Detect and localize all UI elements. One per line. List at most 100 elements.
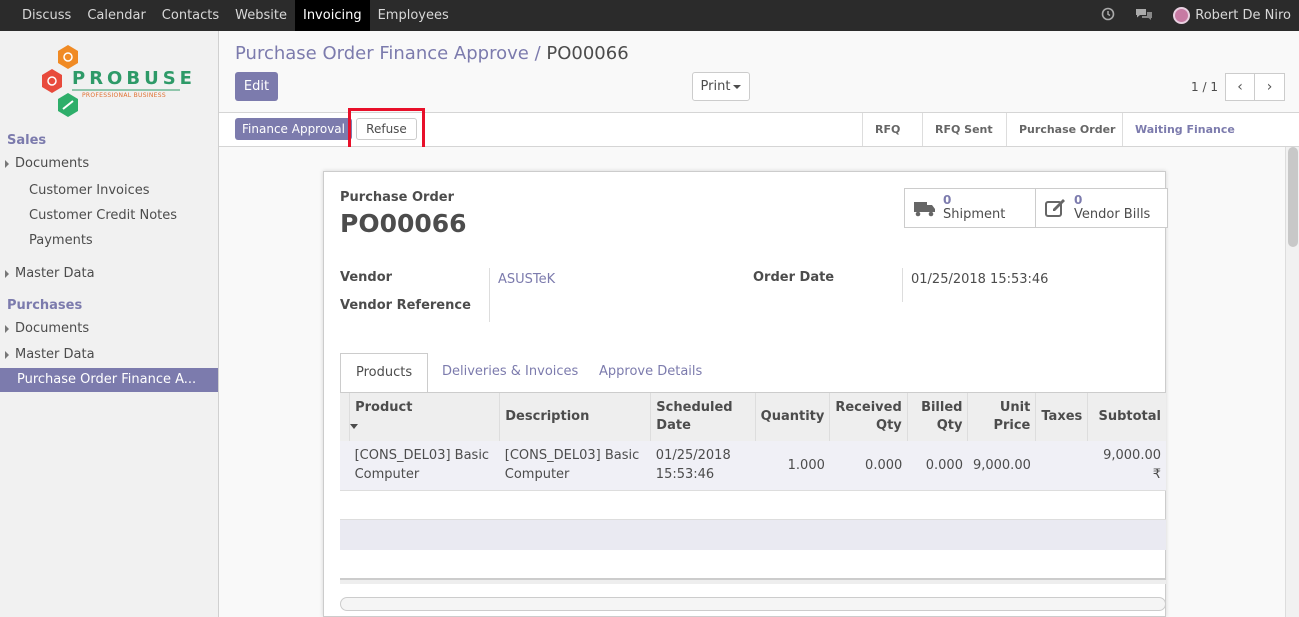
menu-contacts[interactable]: Contacts — [154, 0, 227, 31]
cell-taxes[interactable] — [1035, 441, 1088, 491]
app-menu: Discuss Calendar Contacts Website Invoic… — [14, 0, 457, 31]
header-label: Product — [355, 400, 413, 415]
header-label: Date — [656, 418, 691, 433]
document-title: PO00066 — [340, 209, 467, 238]
sidebar-item-label: Master Data — [15, 347, 95, 362]
cell-text: [CONS_DEL03] Basic — [504, 448, 640, 464]
column-header-description[interactable]: Description — [499, 393, 651, 441]
company-logo: PROBUSE PROFESSIONAL BUSINESS — [40, 43, 192, 118]
breadcrumb-current: PO00066 — [546, 43, 629, 64]
table-cell — [340, 441, 350, 491]
avatar — [1173, 7, 1191, 24]
cell-billed-qty[interactable]: 0.000 — [907, 441, 968, 491]
sidebar-item-purchases-master-data[interactable]: Master Data — [0, 344, 218, 366]
chevron-left-icon: ‹ — [1237, 79, 1243, 95]
stage-rfq[interactable]: RFQ — [862, 113, 912, 146]
cell-product[interactable]: [CONS_DEL03] Basic Computer — [349, 441, 500, 491]
sidebar-item-payments[interactable]: Payments — [0, 230, 218, 252]
print-dropdown-button[interactable]: Print — [692, 72, 750, 101]
form-sheet: Purchase Order PO00066 0 Shipment 0 Vend… — [323, 171, 1168, 617]
user-menu[interactable]: Robert De Niro — [1173, 7, 1291, 24]
menu-website[interactable]: Website — [227, 0, 295, 31]
sidebar-item-customer-credit-notes[interactable]: Customer Credit Notes — [0, 205, 218, 227]
breadcrumb-separator: / — [534, 43, 541, 64]
vendor-bills-smart-button[interactable]: 0 Vendor Bills — [1036, 188, 1168, 228]
table-row[interactable]: [CONS_DEL03] Basic Computer [CONS_DEL03] … — [340, 441, 1166, 491]
menu-employees[interactable]: Employees — [370, 0, 457, 31]
shipment-label: Shipment — [943, 207, 1006, 222]
finance-approval-button[interactable]: Finance Approval — [235, 118, 352, 140]
order-date-value: 01/25/2018 15:53:46 — [911, 272, 1049, 287]
divider — [902, 268, 903, 302]
notebook-tabs: Products Deliveries & Invoices Approve D… — [340, 353, 1166, 393]
menu-discuss[interactable]: Discuss — [14, 0, 79, 31]
header-label: Scheduled — [656, 400, 733, 415]
column-header-product[interactable]: Product — [349, 393, 500, 441]
shipment-smart-button[interactable]: 0 Shipment — [904, 188, 1036, 228]
sort-down-icon — [350, 424, 359, 429]
menu-invoicing[interactable]: Invoicing — [294, 0, 370, 31]
breadcrumb-parent-link[interactable]: Purchase Order Finance Approve — [235, 43, 529, 64]
stage-purchase-order[interactable]: Purchase Order — [1006, 113, 1127, 146]
caret-right-icon — [5, 269, 9, 278]
cell-text: 01/25/2018 — [655, 448, 731, 464]
column-header-received-qty[interactable]: Received Qty — [829, 393, 908, 441]
vendor-bills-label: Vendor Bills — [1074, 207, 1151, 222]
vertical-scrollbar[interactable] — [1285, 147, 1299, 617]
stage-waiting-finance-approval[interactable]: Waiting Finance Approval — [1122, 113, 1299, 169]
tab-approve-details[interactable]: Approve Details — [584, 353, 717, 393]
edit-button[interactable]: Edit — [235, 72, 278, 101]
sidebar-item-sales-master-data[interactable]: Master Data — [0, 263, 218, 285]
cell-scheduled-date[interactable]: 01/25/2018 15:53:46 — [650, 441, 756, 491]
activity-clock-icon[interactable] — [1101, 7, 1115, 25]
column-header-unit-price[interactable]: Unit Price — [967, 393, 1036, 441]
pager-value[interactable]: 1 / 1 — [1191, 80, 1218, 94]
sidebar-item-customer-invoices[interactable]: Customer Invoices — [0, 180, 218, 202]
column-header-taxes[interactable]: Taxes — [1035, 393, 1088, 441]
messages-chat-icon[interactable] — [1135, 7, 1153, 25]
header-label: Received — [835, 400, 902, 415]
tab-deliveries-invoices[interactable]: Deliveries & Invoices — [427, 353, 593, 393]
smart-buttons: 0 Shipment 0 Vendor Bills — [904, 188, 1168, 228]
order-date-label: Order Date — [753, 270, 835, 285]
cell-text: 15:53:46 — [655, 467, 715, 483]
cell-quantity[interactable]: 1.000 — [755, 441, 830, 491]
column-header-quantity[interactable]: Quantity — [754, 393, 830, 441]
scrollbar-thumb[interactable] — [1288, 147, 1298, 247]
caret-right-icon — [5, 324, 9, 333]
cell-unit-price[interactable]: 9,000.00 — [967, 441, 1036, 491]
cell-description[interactable]: [CONS_DEL03] Basic Computer — [499, 441, 651, 491]
column-header-subtotal[interactable]: Subtotal — [1087, 393, 1166, 441]
vendor-bills-count: 0 — [1074, 193, 1083, 207]
cell-text: Computer — [354, 467, 420, 483]
tab-products[interactable]: Products — [340, 353, 429, 393]
column-header-billed-qty[interactable]: Billed Qty — [906, 393, 968, 441]
shipment-count: 0 — [943, 193, 952, 207]
table-header-row: Product Description Scheduled Date Quanti… — [340, 393, 1166, 441]
pager-previous-button[interactable]: ‹ — [1225, 73, 1255, 101]
header-label: Price — [993, 418, 1031, 433]
order-lines-table: Product Description Scheduled Date Quanti… — [340, 393, 1166, 491]
cell-text: Computer — [504, 467, 570, 483]
stage-rfq-sent[interactable]: RFQ Sent — [922, 113, 1005, 146]
cell-subtotal[interactable]: 9,000.00 ₹ — [1087, 441, 1166, 491]
sidebar: PROBUSE PROFESSIONAL BUSINESS Sales Docu… — [0, 31, 219, 617]
column-header-scheduled-date[interactable]: Scheduled Date — [650, 393, 756, 441]
divider — [489, 268, 490, 322]
sidebar-item-po-finance-approve[interactable]: Purchase Order Finance A... — [0, 368, 218, 392]
menu-calendar[interactable]: Calendar — [79, 0, 153, 31]
cell-received-qty[interactable]: 0.000 — [829, 441, 908, 491]
sidebar-item-sales-documents[interactable]: Documents — [0, 153, 218, 175]
vendor-label: Vendor — [340, 270, 393, 285]
pager-next-button[interactable]: › — [1255, 73, 1285, 101]
sidebar-item-label: Master Data — [15, 266, 95, 281]
empty-table-row — [340, 519, 1166, 550]
horizontal-scrollbar[interactable] — [340, 597, 1166, 611]
sidebar-item-purchases-documents[interactable]: Documents — [0, 318, 218, 340]
chevron-right-icon: › — [1266, 79, 1273, 95]
pager: 1 / 1 ‹ › — [1191, 73, 1285, 101]
header-label: Unit — [999, 400, 1031, 415]
table-footer — [340, 578, 1166, 584]
vendor-link[interactable]: ASUSTeK — [498, 272, 555, 287]
caret-down-icon — [733, 84, 742, 89]
